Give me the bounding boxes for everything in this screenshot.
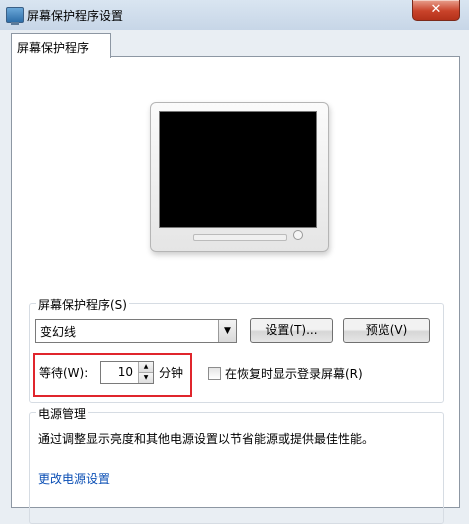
power-group: 电源管理 bbox=[29, 405, 444, 524]
wait-value: 10 bbox=[117, 365, 133, 379]
spin-buttons[interactable]: ▲ ▼ bbox=[138, 362, 153, 383]
screensaver-selected-value: 变幻线 bbox=[40, 325, 77, 339]
title-bar: 屏幕保护程序设置 ✕ bbox=[0, 0, 469, 30]
wait-label: 等待(W): bbox=[39, 366, 89, 380]
change-power-settings-link[interactable]: 更改电源设置 bbox=[38, 470, 110, 487]
spin-down-icon[interactable]: ▼ bbox=[139, 372, 153, 383]
tab-screensaver[interactable]: 屏幕保护程序 bbox=[11, 33, 111, 58]
settings-button[interactable]: 设置(T)... bbox=[250, 318, 333, 343]
monitor-app-icon bbox=[6, 7, 24, 25]
power-description: 通过调整显示亮度和其他电源设置以节省能源或提供最佳性能。 bbox=[38, 432, 375, 446]
monitor-preview-icon bbox=[150, 102, 329, 252]
resume-label[interactable]: 在恢复时显示登录屏幕(R) bbox=[225, 365, 363, 382]
preview-button[interactable]: 预览(V) bbox=[343, 318, 430, 343]
close-button[interactable]: ✕ bbox=[412, 0, 460, 21]
preview-screen bbox=[159, 111, 317, 228]
power-led-icon bbox=[293, 230, 303, 240]
spin-up-icon[interactable]: ▲ bbox=[139, 362, 153, 372]
screensaver-select[interactable]: 变幻线 ▼ bbox=[35, 319, 237, 343]
wait-unit: 分钟 bbox=[159, 366, 184, 380]
screensaver-group-label: 屏幕保护程序(S) bbox=[36, 296, 129, 313]
tab-panel: 屏幕保护程序(S) 变幻线 ▼ 设置(T)... 预览(V) 等待(W): 10… bbox=[11, 56, 460, 524]
window-title: 屏幕保护程序设置 bbox=[27, 9, 124, 23]
tab-label: 屏幕保护程序 bbox=[17, 41, 90, 55]
monitor-slot bbox=[193, 234, 287, 241]
wait-stepper[interactable]: 10 ▲ ▼ bbox=[100, 361, 154, 384]
resume-checkbox[interactable] bbox=[208, 367, 221, 380]
power-group-label: 电源管理 bbox=[36, 405, 89, 422]
chevron-down-icon[interactable]: ▼ bbox=[218, 320, 236, 342]
